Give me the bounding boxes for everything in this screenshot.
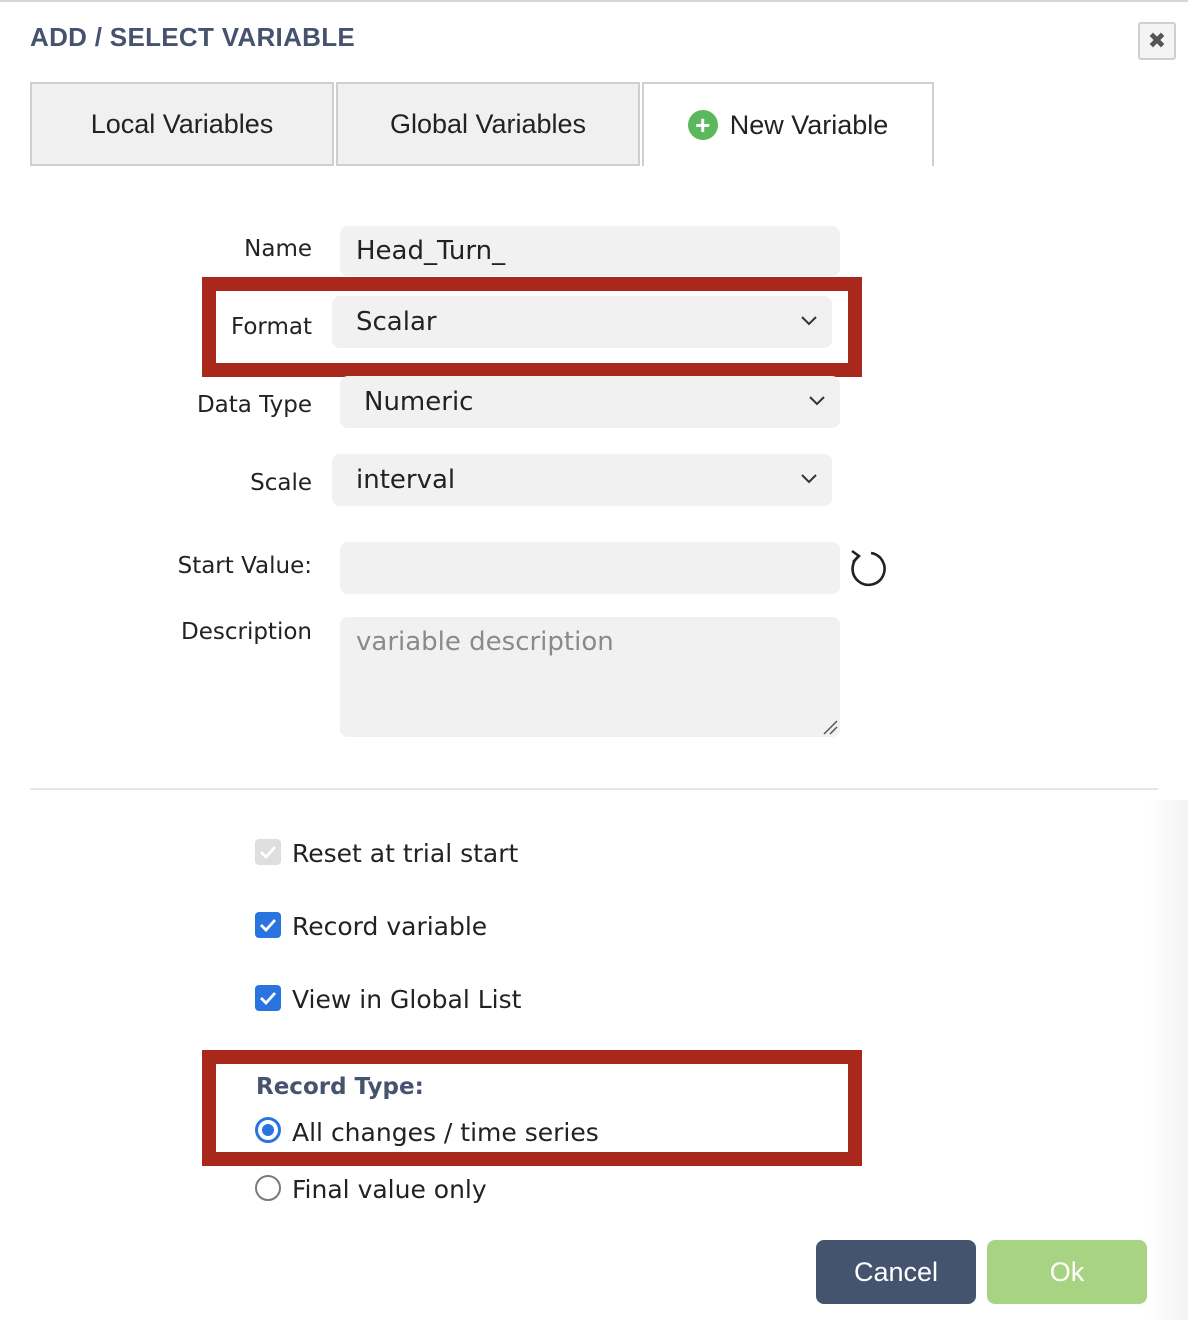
data-type-label: Data Type: [196, 392, 312, 418]
resize-handle-icon[interactable]: [822, 719, 838, 735]
all-changes-radio[interactable]: [255, 1117, 281, 1143]
background-shadow: [1148, 800, 1188, 1320]
format-value: Scalar: [356, 307, 437, 337]
plus-circle-icon: +: [687, 110, 718, 140]
name-value: Head_Turn_: [356, 236, 506, 266]
section-divider: [30, 788, 1158, 790]
reset-at-trial-start-label: Reset at trial start: [292, 839, 519, 868]
format-label: Format: [230, 314, 312, 340]
record-type-label: Record Type:: [256, 1074, 424, 1100]
start-value-input[interactable]: [340, 542, 840, 594]
cancel-button[interactable]: Cancel: [816, 1240, 976, 1304]
tab-label: New Variable: [729, 109, 889, 140]
description-placeholder: variable description: [356, 627, 614, 657]
ok-button[interactable]: Ok: [987, 1240, 1147, 1304]
view-in-global-list-label: View in Global List: [292, 985, 522, 1014]
reset-icon[interactable]: [846, 548, 888, 588]
close-icon: ✖: [1147, 28, 1167, 54]
checkmark-icon: [260, 919, 277, 932]
tab-label: Local Variables: [90, 108, 274, 139]
chevron-down-icon: [801, 316, 817, 326]
tab-bar: Local Variables Global Variables + New V…: [30, 82, 934, 166]
tab-local-variables[interactable]: Local Variables: [30, 82, 334, 166]
tab-label: Global Variables: [389, 108, 587, 139]
view-in-global-list-checkbox[interactable]: [255, 985, 281, 1011]
scale-select[interactable]: interval: [332, 454, 832, 506]
description-textarea[interactable]: variable description: [340, 617, 840, 737]
final-value-only-label: Final value only: [292, 1175, 487, 1204]
record-variable-label: Record variable: [292, 912, 488, 941]
name-label: Name: [244, 236, 312, 262]
scale-label: Scale: [250, 470, 312, 496]
record-variable-checkbox[interactable]: [255, 912, 281, 938]
reset-at-trial-start-checkbox[interactable]: [255, 839, 281, 865]
close-button[interactable]: ✖: [1138, 22, 1176, 60]
start-value-label: Start Value:: [177, 553, 312, 579]
checkmark-icon: [260, 992, 277, 1005]
tab-global-variables[interactable]: Global Variables: [336, 82, 640, 166]
final-value-only-radio[interactable]: [255, 1175, 281, 1201]
all-changes-label: All changes / time series: [292, 1118, 599, 1147]
tab-new-variable[interactable]: + New Variable: [642, 82, 934, 166]
data-type-select[interactable]: Numeric: [340, 376, 840, 428]
scale-value: interval: [356, 465, 456, 495]
top-divider: [0, 0, 1188, 2]
chevron-down-icon: [809, 396, 825, 406]
chevron-down-icon: [801, 474, 817, 484]
format-select[interactable]: Scalar: [332, 296, 832, 348]
name-input[interactable]: Head_Turn_: [340, 226, 840, 276]
data-type-value: Numeric: [364, 387, 474, 417]
record-type-highlight-box: [202, 1050, 862, 1166]
checkmark-icon: [260, 846, 277, 859]
dialog-title: ADD / SELECT VARIABLE: [30, 22, 356, 52]
description-label: Description: [181, 619, 312, 645]
